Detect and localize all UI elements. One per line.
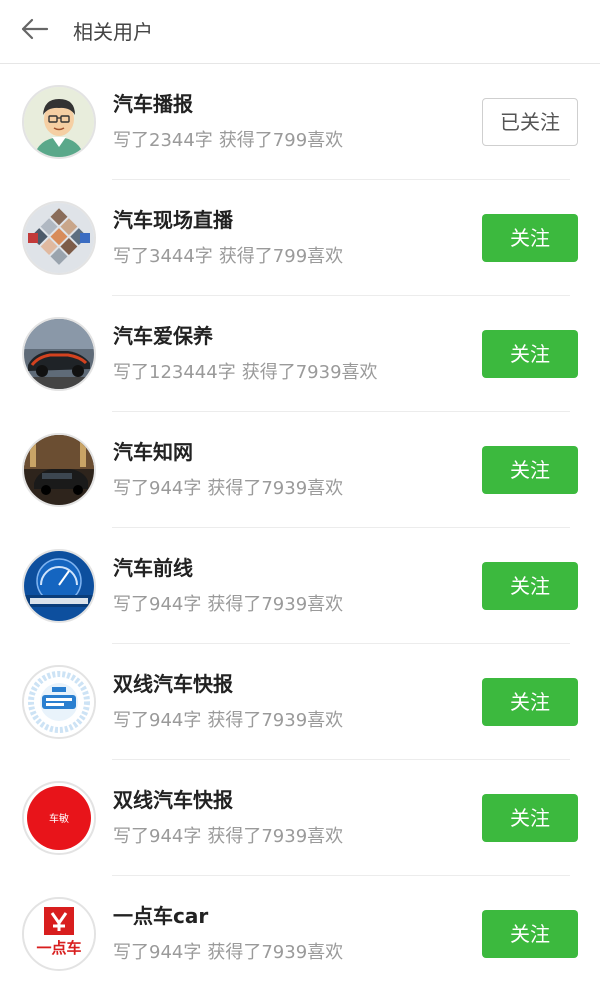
user-stats: 写了944字 获得了7939喜欢	[113, 824, 343, 850]
words-count: 写了2344字	[113, 130, 213, 151]
user-stats: 写了944字 获得了7939喜欢	[113, 708, 343, 734]
user-row[interactable]: 汽车前线 写了944字 获得了7939喜欢 关注	[0, 528, 600, 644]
luxury-car-avatar-icon	[24, 435, 94, 505]
user-name[interactable]: 汽车爱保养	[113, 322, 213, 350]
user-row[interactable]: 汽车播报 写了2344字 获得了799喜欢 已关注	[0, 64, 600, 180]
page-title: 相关用户	[73, 20, 153, 44]
user-name[interactable]: 汽车现场直播	[113, 206, 233, 234]
follow-button[interactable]: 关注	[482, 678, 578, 726]
user-name[interactable]: 双线汽车快报	[113, 786, 233, 814]
user-row[interactable]: 汽车现场直播 写了3444字 获得了799喜欢 关注	[0, 180, 600, 296]
follow-button[interactable]: 关注	[482, 794, 578, 842]
likes-count: 获得了7939喜欢	[207, 826, 344, 847]
user-row[interactable]: 一点车 一点车car 写了944字 获得了7939喜欢 关注	[0, 876, 600, 992]
words-count: 写了3444字	[113, 246, 213, 267]
avatar[interactable]: 一点车	[22, 897, 96, 971]
avatar[interactable]	[22, 549, 96, 623]
avatar[interactable]: 车敏	[22, 781, 96, 855]
words-count: 写了944字	[113, 710, 202, 731]
user-row[interactable]: 双线汽车快报 写了944字 获得了7939喜欢 关注	[0, 644, 600, 760]
followed-button[interactable]: 已关注	[482, 98, 578, 146]
cartoon-man-avatar-icon	[24, 87, 94, 157]
likes-count: 获得了7939喜欢	[207, 478, 344, 499]
user-list: 汽车播报 写了2344字 获得了799喜欢 已关注 汽车现场直播 写了3444字…	[0, 64, 600, 992]
likes-count: 获得了7939喜欢	[207, 594, 344, 615]
words-count: 写了944字	[113, 478, 202, 499]
user-name[interactable]: 一点车car	[113, 902, 208, 930]
avatar[interactable]	[22, 201, 96, 275]
sports-car-avatar-icon	[24, 319, 94, 389]
yidianche-logo-text: 一点车	[36, 939, 81, 957]
avatar[interactable]	[22, 85, 96, 159]
likes-count: 获得了7939喜欢	[207, 942, 344, 963]
user-name[interactable]: 双线汽车快报	[113, 670, 233, 698]
likes-count: 获得了799喜欢	[218, 130, 344, 151]
follow-button[interactable]: 关注	[482, 330, 578, 378]
words-count: 写了123444字	[113, 362, 236, 383]
likes-count: 获得了799喜欢	[218, 246, 344, 267]
top-bar: 相关用户	[0, 0, 600, 64]
likes-count: 获得了7939喜欢	[241, 362, 378, 383]
user-name[interactable]: 汽车播报	[113, 90, 193, 118]
user-stats: 写了944字 获得了7939喜欢	[113, 940, 343, 966]
blue-ring-logo-icon	[24, 667, 94, 737]
words-count: 写了944字	[113, 942, 202, 963]
user-stats: 写了3444字 获得了799喜欢	[113, 244, 343, 270]
follow-button[interactable]: 关注	[482, 562, 578, 610]
avatar[interactable]	[22, 317, 96, 391]
back-button[interactable]	[14, 12, 54, 46]
user-stats: 写了944字 获得了7939喜欢	[113, 476, 343, 502]
user-row[interactable]: 汽车知网 写了944字 获得了7939喜欢 关注	[0, 412, 600, 528]
user-name[interactable]: 汽车知网	[113, 438, 193, 466]
speedometer-avatar-icon	[24, 551, 94, 621]
photo-collage-avatar-icon	[24, 203, 94, 273]
follow-button[interactable]: 关注	[482, 910, 578, 958]
words-count: 写了944字	[113, 594, 202, 615]
user-stats: 写了2344字 获得了799喜欢	[113, 128, 343, 154]
user-stats: 写了944字 获得了7939喜欢	[113, 592, 343, 618]
follow-button[interactable]: 关注	[482, 446, 578, 494]
user-row[interactable]: 汽车爱保养 写了123444字 获得了7939喜欢 关注	[0, 296, 600, 412]
arrow-left-icon	[21, 18, 49, 40]
red-logo-text: 车敏	[49, 812, 69, 825]
user-stats: 写了123444字 获得了7939喜欢	[113, 360, 378, 386]
avatar[interactable]	[22, 665, 96, 739]
words-count: 写了944字	[113, 826, 202, 847]
likes-count: 获得了7939喜欢	[207, 710, 344, 731]
avatar[interactable]	[22, 433, 96, 507]
user-name[interactable]: 汽车前线	[113, 554, 193, 582]
user-row[interactable]: 车敏 双线汽车快报 写了944字 获得了7939喜欢 关注	[0, 760, 600, 876]
follow-button[interactable]: 关注	[482, 214, 578, 262]
yidianche-logo-icon: 一点车	[24, 899, 94, 969]
red-circle-logo-icon: 车敏	[24, 783, 94, 853]
